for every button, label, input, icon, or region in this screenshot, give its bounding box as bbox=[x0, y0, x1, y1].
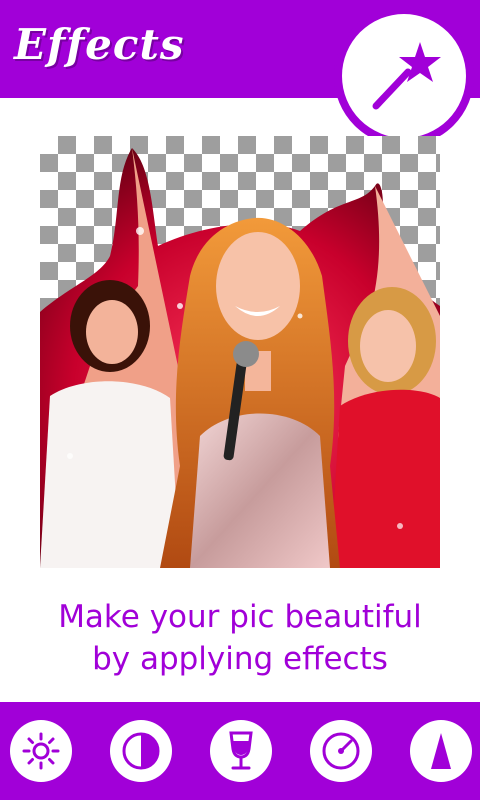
page-title: Effects bbox=[14, 20, 185, 69]
brightness-icon bbox=[22, 732, 60, 770]
triangle-icon bbox=[431, 733, 451, 769]
contrast-button[interactable] bbox=[110, 720, 172, 782]
photo-canvas[interactable] bbox=[40, 136, 440, 568]
caption-text: Make your pic beautiful by applying effe… bbox=[0, 596, 480, 680]
glass-icon bbox=[229, 731, 253, 770]
gauge-icon bbox=[322, 732, 360, 770]
brightness-button[interactable] bbox=[10, 720, 72, 782]
photo-image bbox=[40, 148, 440, 568]
caption-line-1: Make your pic beautiful bbox=[58, 599, 422, 635]
contrast-icon bbox=[122, 732, 160, 770]
magic-wand-button[interactable] bbox=[336, 8, 472, 144]
effects-toolbar bbox=[0, 702, 480, 800]
triangle-button[interactable] bbox=[410, 720, 472, 782]
gauge-button[interactable] bbox=[310, 720, 372, 782]
magic-wand-icon bbox=[372, 42, 441, 110]
caption-line-2: by applying effects bbox=[92, 641, 388, 677]
glass-button[interactable] bbox=[210, 720, 272, 782]
magic-wand-button-face[interactable] bbox=[342, 14, 466, 138]
